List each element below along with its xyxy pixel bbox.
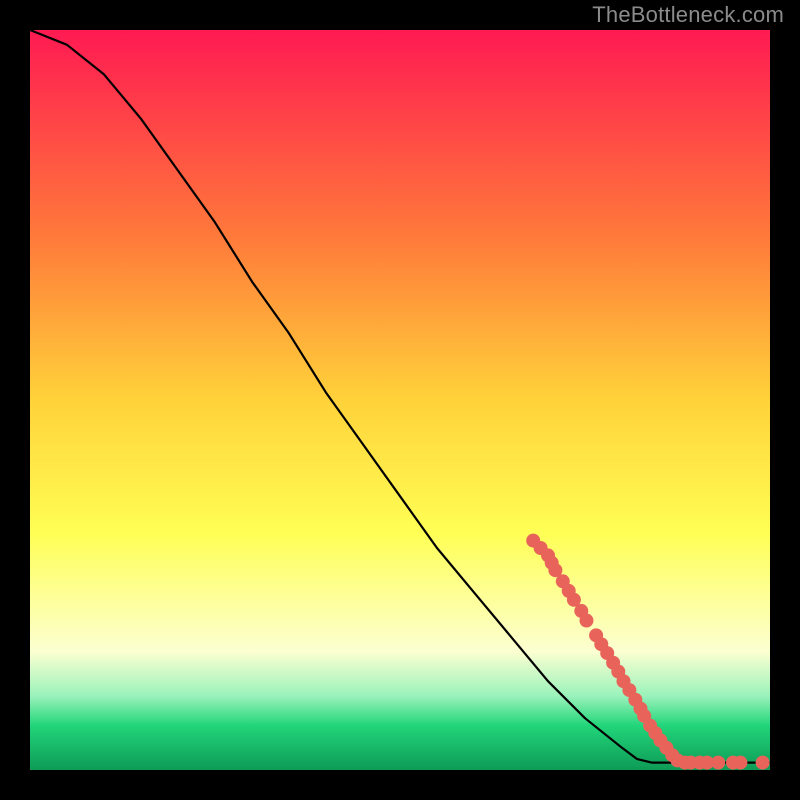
data-marker (756, 756, 770, 770)
gradient-background (30, 30, 770, 770)
data-marker (711, 756, 725, 770)
data-marker (733, 756, 747, 770)
data-marker (579, 614, 593, 628)
bottleneck-chart (30, 30, 770, 770)
watermark-text: TheBottleneck.com (592, 2, 784, 28)
plot-area (30, 30, 770, 770)
chart-frame: TheBottleneck.com (0, 0, 800, 800)
